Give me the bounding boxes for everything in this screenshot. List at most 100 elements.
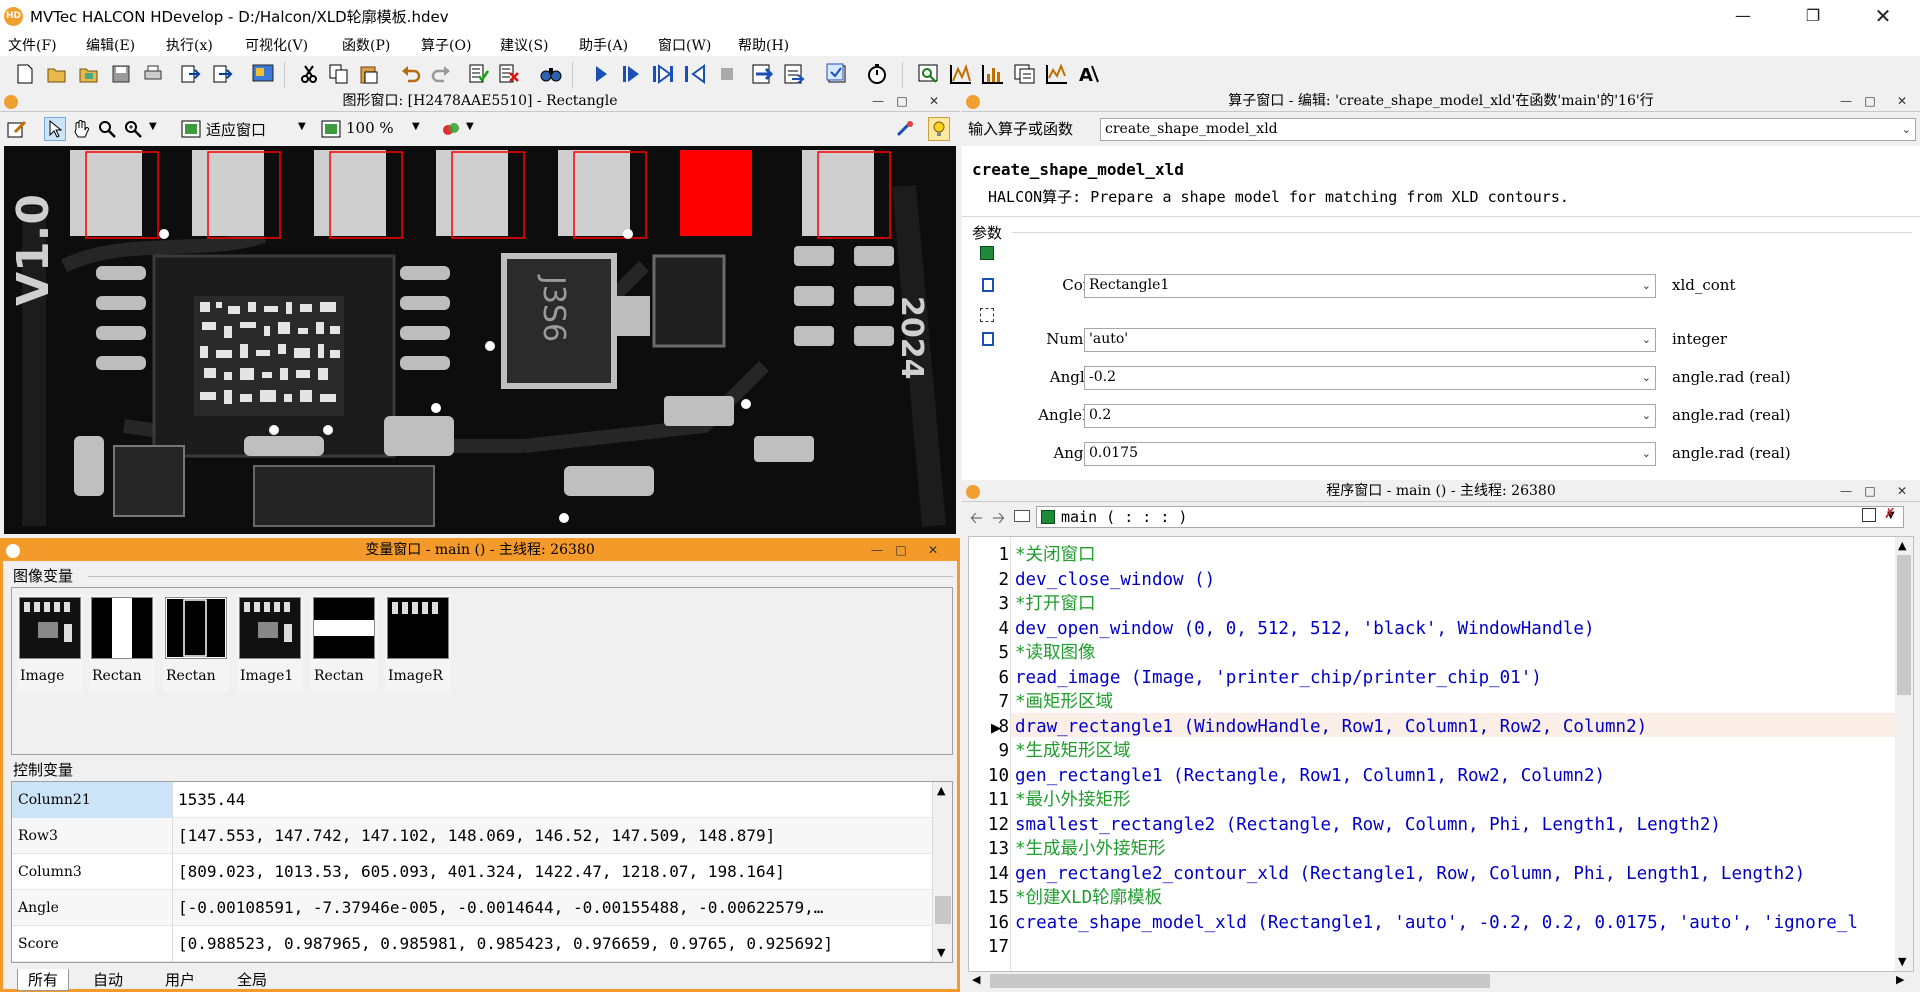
- pointer-tool-icon[interactable]: [44, 117, 66, 141]
- menu-operators[interactable]: 算子(O): [421, 35, 471, 55]
- color-settings-icon[interactable]: [440, 117, 462, 141]
- redo-icon[interactable]: [430, 62, 452, 86]
- step-into-icon[interactable]: [652, 62, 674, 86]
- panel-maximize-button[interactable]: □: [1862, 483, 1878, 499]
- menu-procedures[interactable]: 函数(P): [342, 35, 390, 55]
- step-out-icon[interactable]: [684, 62, 706, 86]
- new-file-icon[interactable]: [14, 62, 36, 86]
- iconic-var-image[interactable]: Image: [17, 595, 83, 691]
- panel-maximize-button[interactable]: □: [893, 542, 909, 558]
- activate-line-icon[interactable]: [468, 62, 490, 86]
- panel-close-button[interactable]: ✕: [1894, 483, 1910, 499]
- open-file-icon[interactable]: [46, 62, 68, 86]
- export-library-icon[interactable]: [212, 62, 234, 86]
- code-line[interactable]: 9 *生成矩形区域: [969, 739, 1913, 764]
- jit-compile-icon[interactable]: [826, 62, 848, 86]
- forward-arrow-icon[interactable]: 🡢: [992, 507, 1005, 534]
- stop-icon[interactable]: [716, 62, 738, 86]
- code-line[interactable]: 15 *创建XLD轮廓模板: [969, 886, 1913, 911]
- zoom-window-icon[interactable]: [918, 62, 940, 86]
- table-row[interactable]: Row3 [147.553, 147.742, 147.102, 148.069…: [12, 818, 932, 854]
- chevron-down-icon[interactable]: ⌄: [1642, 367, 1651, 388]
- param-value-field[interactable]: -0.2 ⌄: [1084, 366, 1656, 390]
- menu-window[interactable]: 窗口(W): [658, 35, 711, 55]
- scrollbar-thumb[interactable]: [990, 974, 1490, 988]
- panel-minimize-button[interactable]: —: [1838, 483, 1854, 499]
- scroll-down-icon[interactable]: ▼: [937, 946, 945, 959]
- panel-minimize-button[interactable]: —: [869, 542, 885, 558]
- print-icon[interactable]: [142, 62, 164, 86]
- chevron-down-icon[interactable]: ⌄: [1642, 329, 1651, 350]
- code-line[interactable]: 3 *打开窗口: [969, 592, 1913, 617]
- menu-file[interactable]: 文件(F): [8, 35, 57, 55]
- panel-maximize-button[interactable]: □: [1862, 93, 1878, 109]
- code-line[interactable]: 7 *画矩形区域: [969, 690, 1913, 715]
- export-icon[interactable]: [180, 62, 202, 86]
- image-window-icon[interactable]: [252, 62, 274, 86]
- gray-histogram-icon[interactable]: [950, 62, 972, 86]
- procedure-settings-icon[interactable]: [1862, 508, 1876, 522]
- param-value-field[interactable]: 'auto' ⌄: [1084, 328, 1656, 352]
- scroll-left-icon[interactable]: ◀: [972, 973, 980, 986]
- minimize-button[interactable]: —: [1720, 0, 1766, 32]
- editor-vertical-scrollbar[interactable]: ▲ ▼: [1895, 537, 1913, 971]
- iconic-var-rectangle[interactable]: Rectan: [311, 595, 377, 691]
- tab-all[interactable]: 所有: [17, 969, 70, 991]
- operator-input-field[interactable]: create_shape_model_xld ⌄: [1100, 118, 1916, 141]
- step-over-icon[interactable]: [620, 62, 642, 86]
- measure-assistant-icon[interactable]: A: [1078, 62, 1100, 86]
- menu-execute[interactable]: 执行(x): [166, 35, 213, 55]
- tab-auto[interactable]: 自动: [83, 969, 133, 990]
- reset-procedure-icon[interactable]: [784, 62, 806, 86]
- editor-horizontal-scrollbar[interactable]: ◀ ▶: [968, 972, 1914, 990]
- iconic-var-rectangle[interactable]: Rectan: [163, 595, 229, 691]
- chevron-down-icon[interactable]: ⌄: [1642, 443, 1651, 464]
- deactivate-line-icon[interactable]: [498, 62, 520, 86]
- param-value-field[interactable]: Rectangle1 ⌄: [1084, 274, 1656, 298]
- pixel-info-icon[interactable]: [894, 117, 916, 141]
- fit-window-icon[interactable]: [180, 117, 202, 141]
- reset-program-icon[interactable]: [752, 62, 774, 86]
- menu-suggestions[interactable]: 建议(S): [500, 35, 549, 55]
- param-value-field[interactable]: 0.0175 ⌄: [1084, 442, 1656, 466]
- control-vars-scrollbar[interactable]: ▲ ▼: [932, 782, 952, 962]
- magnifier-icon[interactable]: [96, 117, 118, 141]
- menu-visualization[interactable]: 可视化(V): [245, 35, 308, 55]
- scrollbar-thumb[interactable]: [1897, 555, 1911, 695]
- scroll-down-icon[interactable]: ▼: [1898, 955, 1906, 968]
- code-line[interactable]: 1 *关闭窗口: [969, 543, 1913, 568]
- zoom-tool-icon[interactable]: [122, 117, 144, 141]
- scroll-up-icon[interactable]: ▲: [1898, 539, 1906, 552]
- code-line[interactable]: 16 create_shape_model_xld (Rectangle1, 'a…: [969, 911, 1913, 936]
- menu-help[interactable]: 帮助(H): [738, 35, 789, 55]
- table-row[interactable]: Score [0.988523, 0.987965, 0.985981, 0.9…: [12, 926, 932, 962]
- edit-graphics-icon[interactable]: [6, 117, 28, 141]
- image-canvas[interactable]: V1.0 J3S6 2024: [4, 146, 956, 534]
- panel-minimize-button[interactable]: —: [1838, 93, 1854, 109]
- zoom-level-dropdown-arrow-icon[interactable]: ▼: [412, 121, 420, 132]
- copy-icon[interactable]: [328, 62, 350, 86]
- tab-user[interactable]: 用户: [155, 969, 205, 990]
- code-line[interactable]: 2 dev_close_window (): [969, 568, 1913, 593]
- panel-minimize-button[interactable]: —: [870, 93, 886, 109]
- code-line[interactable]: 13 *生成最小外接矩形: [969, 837, 1913, 862]
- code-line[interactable]: 10 gen_rectangle1 (Rectangle, Row1, Colum…: [969, 764, 1913, 789]
- find-icon[interactable]: [540, 62, 562, 86]
- panel-close-button[interactable]: ✕: [925, 542, 941, 558]
- scroll-up-icon[interactable]: ▲: [937, 784, 945, 797]
- chevron-down-icon[interactable]: ⌄: [1642, 405, 1651, 426]
- table-row[interactable]: Angle [-0.00108591, -7.37946e-005, -0.00…: [12, 890, 932, 926]
- zoom-level-icon[interactable]: [320, 117, 342, 141]
- panel-close-button[interactable]: ✕: [1894, 93, 1910, 109]
- menu-assistants[interactable]: 助手(A): [579, 35, 628, 55]
- code-line[interactable]: 4 dev_open_window (0, 0, 512, 512, 'black…: [969, 617, 1913, 642]
- iconic-var-rectangle[interactable]: Rectan: [89, 595, 155, 691]
- code-line[interactable]: 11 *最小外接矩形: [969, 788, 1913, 813]
- procedure-selector[interactable]: main ( : : : ) ▼: [1036, 506, 1904, 528]
- code-line[interactable]: 8 draw_rectangle1 (WindowHandle, Row1, Co…: [969, 715, 1913, 740]
- restore-button[interactable]: ❐: [1790, 0, 1836, 32]
- close-button[interactable]: ✕: [1860, 0, 1906, 32]
- panel-close-button[interactable]: ✕: [926, 93, 942, 109]
- param-value-field[interactable]: 0.2 ⌄: [1084, 404, 1656, 428]
- menu-edit[interactable]: 编辑(E): [86, 35, 135, 55]
